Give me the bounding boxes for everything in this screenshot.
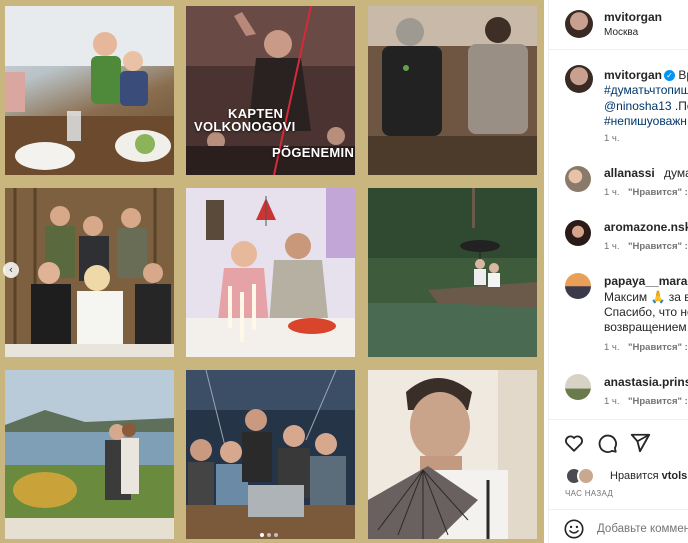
verified-badge-icon: ✓ bbox=[664, 70, 676, 81]
caption-line-3: @ninosha13 .По bbox=[604, 99, 688, 113]
comment-time-4: 1 ч. bbox=[604, 396, 620, 407]
photo-tile-9[interactable] bbox=[368, 370, 537, 539]
post-header: mvitorgan Москва bbox=[549, 0, 688, 50]
caption-time: 1 ч. bbox=[604, 133, 620, 144]
comment-avatar-3[interactable] bbox=[565, 273, 591, 299]
likes-prefix: Нравится bbox=[610, 470, 659, 482]
carousel-dots bbox=[260, 533, 278, 537]
photo-7-image bbox=[5, 370, 174, 539]
comment-username-4[interactable]: anastasia.prinse bbox=[604, 375, 688, 389]
comment-like-count-2[interactable]: "Нравится" : bbox=[628, 241, 688, 252]
comment-avatar-2[interactable] bbox=[565, 220, 591, 246]
emoji-smiley-icon[interactable] bbox=[563, 518, 585, 540]
photo-9-image bbox=[368, 370, 537, 539]
photo-6-image bbox=[368, 188, 537, 357]
like-heart-icon[interactable] bbox=[563, 432, 585, 454]
caption-text-start: Вр bbox=[678, 68, 688, 82]
share-send-icon[interactable] bbox=[629, 432, 651, 454]
comment-input-divider bbox=[549, 509, 688, 510]
caption-author-avatar[interactable] bbox=[565, 65, 593, 93]
comment-like-count-1[interactable]: "Нравится" : bbox=[628, 187, 688, 198]
caption-mention[interactable]: @ninosha13 bbox=[604, 99, 672, 113]
post-time-ago[interactable]: ЧАС НАЗАД bbox=[565, 489, 613, 498]
photo-3-image bbox=[368, 6, 537, 175]
comment-bubble-icon[interactable] bbox=[596, 432, 618, 454]
author-avatar[interactable] bbox=[565, 10, 593, 38]
photo-4-image bbox=[5, 188, 174, 357]
caption-line-1: mvitorgan✓ Вр bbox=[604, 68, 688, 82]
comment-text-3-line3: Спасибо, что не bbox=[604, 305, 688, 319]
photo-tile-2[interactable]: KAPTEN VOLKONOGOVI PÕGENEMINE bbox=[186, 6, 355, 175]
post-side-panel: mvitorgan Москва mvitorgan✓ Вр #думатьчт… bbox=[548, 0, 688, 543]
photo-5-image bbox=[186, 188, 355, 357]
photo-tile-3[interactable] bbox=[368, 6, 537, 175]
photo-1-image bbox=[5, 6, 174, 175]
comment-avatar-4[interactable] bbox=[565, 374, 591, 400]
likes-summary: Нравится vtols bbox=[610, 470, 687, 482]
comment-username-2[interactable]: aromazone.nska bbox=[604, 220, 688, 234]
photo-tile-8[interactable] bbox=[186, 370, 355, 539]
comment-text-3-line4: возвращением bbox=[604, 320, 687, 334]
caption-author-username[interactable]: mvitorgan bbox=[604, 68, 662, 82]
photo-tile-4[interactable] bbox=[5, 188, 174, 357]
photo-tile-6[interactable] bbox=[368, 188, 537, 357]
comment-username-1[interactable]: allanassi bbox=[604, 166, 655, 180]
comment-time-3: 1 ч. bbox=[604, 342, 620, 353]
comment-time-2: 1 ч. bbox=[604, 241, 620, 252]
caption-hashtag-1[interactable]: #думатьчтопише bbox=[604, 83, 688, 97]
comment-time-1: 1 ч. bbox=[604, 187, 620, 198]
photo-2-caption-line2: VOLKONOGOVI bbox=[194, 119, 296, 134]
photo-grid: KAPTEN VOLKONOGOVI PÕGENEMINE ‹ bbox=[0, 0, 544, 543]
comment-avatar-1[interactable] bbox=[565, 166, 591, 192]
comment-text-1: думать bbox=[664, 166, 688, 180]
photo-tile-5[interactable] bbox=[186, 188, 355, 357]
liker-avatar-2 bbox=[577, 467, 595, 485]
photo-tile-1[interactable] bbox=[5, 6, 174, 175]
likes-username[interactable]: vtols bbox=[662, 470, 688, 482]
carousel-left-arrow-icon[interactable]: ‹ bbox=[3, 262, 19, 278]
photo-2-caption-line3: PÕGENEMINE bbox=[272, 145, 355, 160]
author-username[interactable]: mvitorgan bbox=[604, 10, 662, 24]
comment-input[interactable] bbox=[597, 520, 688, 538]
actions-divider bbox=[549, 419, 688, 420]
post-location[interactable]: Москва bbox=[604, 27, 638, 38]
comment-like-count-3[interactable]: "Нравится" : bbox=[628, 342, 688, 353]
photo-tile-7[interactable] bbox=[5, 370, 174, 539]
comment-username-3[interactable]: papaya__maracu bbox=[604, 274, 688, 288]
comment-like-count-4[interactable]: "Нравится" : bbox=[628, 396, 688, 407]
caption-text-rest: .По bbox=[674, 99, 688, 113]
caption-hashtag-2[interactable]: #непишуоважн bbox=[604, 114, 687, 128]
comment-text-3-line2: Максим 🙏 за в bbox=[604, 290, 688, 304]
photo-8-image bbox=[186, 370, 355, 539]
